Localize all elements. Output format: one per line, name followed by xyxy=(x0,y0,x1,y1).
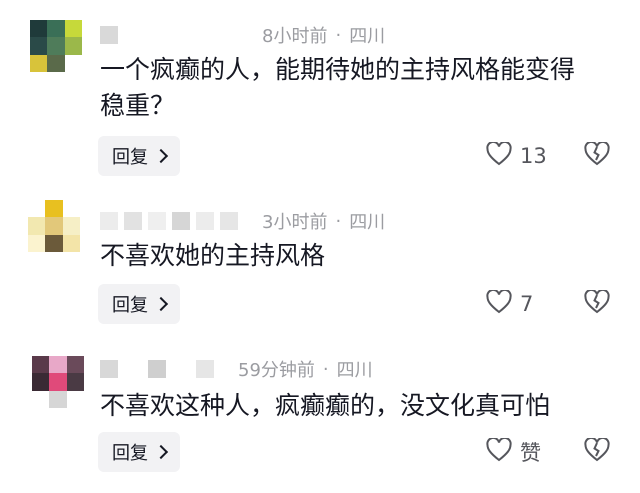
dislike-button[interactable] xyxy=(584,136,612,176)
like-count: 13 xyxy=(520,144,547,168)
comment-text-line: 稳重？ xyxy=(100,91,176,120)
heart-outline-icon xyxy=(486,436,512,467)
heart-outline-icon xyxy=(486,140,512,171)
like-button[interactable]: 7 xyxy=(486,284,533,324)
comment-text-line: 不喜欢她的主持风格 xyxy=(100,241,326,270)
reply-label: 回复 xyxy=(112,295,148,316)
reply-label: 回复 xyxy=(112,443,148,464)
comment-text-line: 不喜欢这种人，疯癫癫的，没文化真可怕 xyxy=(100,391,551,420)
comment-item: 8小时前 · 四川 一个疯癫的人，能期待她的主持风格能变得 稳重？ 回复 13 xyxy=(0,18,640,176)
comment-location: 四川 xyxy=(349,26,386,47)
comment-time: 59分钟前 xyxy=(238,360,315,381)
comment-meta: 8小时前 · 四川 xyxy=(100,20,385,50)
reply-label: 回复 xyxy=(112,147,148,168)
chevron-right-icon xyxy=(153,444,169,460)
broken-heart-icon xyxy=(584,288,610,318)
comment-meta: 3小时前 · 四川 xyxy=(100,206,385,236)
comment-text: 不喜欢她的主持风格 xyxy=(100,238,620,274)
comment-location: 四川 xyxy=(349,212,386,233)
comment-text: 不喜欢这种人，疯癫癫的，没文化真可怕 xyxy=(100,388,620,424)
comment-time: 3小时前 xyxy=(262,212,328,233)
comment-meta: 59分钟前 · 四川 xyxy=(100,354,373,384)
like-count: 7 xyxy=(520,292,534,316)
meta-separator: · xyxy=(322,358,329,380)
comment-text: 一个疯癫的人，能期待她的主持风格能变得 稳重？ xyxy=(100,52,620,124)
like-button[interactable]: 13 xyxy=(486,136,547,176)
dislike-button[interactable] xyxy=(584,284,612,324)
avatar[interactable] xyxy=(28,200,80,252)
avatar[interactable] xyxy=(30,20,82,72)
username-pixelated[interactable] xyxy=(100,360,214,378)
chevron-right-icon xyxy=(153,296,169,312)
heart-outline-icon xyxy=(486,288,512,319)
avatar[interactable] xyxy=(32,356,84,408)
reply-button[interactable]: 回复 xyxy=(98,136,180,176)
like-button[interactable]: 赞 xyxy=(486,432,541,472)
reply-button[interactable]: 回复 xyxy=(98,432,180,472)
meta-separator: · xyxy=(335,24,342,46)
comment-location: 四川 xyxy=(336,360,373,381)
comment-time: 8小时前 xyxy=(262,26,328,47)
broken-heart-icon xyxy=(584,140,610,170)
comment-text-line: 一个疯癫的人，能期待她的主持风格能变得 xyxy=(100,55,576,84)
like-count: 赞 xyxy=(520,441,541,465)
meta-separator: · xyxy=(335,210,342,232)
comment-item: 3小时前 · 四川 不喜欢她的主持风格 回复 7 xyxy=(0,200,640,330)
chevron-right-icon xyxy=(153,148,169,164)
reply-button[interactable]: 回复 xyxy=(98,284,180,324)
broken-heart-icon xyxy=(584,436,610,466)
comment-item: 59分钟前 · 四川 不喜欢这种人，疯癫癫的，没文化真可怕 回复 赞 xyxy=(0,354,640,484)
username-pixelated[interactable] xyxy=(100,212,238,230)
username-pixelated[interactable] xyxy=(100,26,238,44)
dislike-button[interactable] xyxy=(584,432,612,472)
